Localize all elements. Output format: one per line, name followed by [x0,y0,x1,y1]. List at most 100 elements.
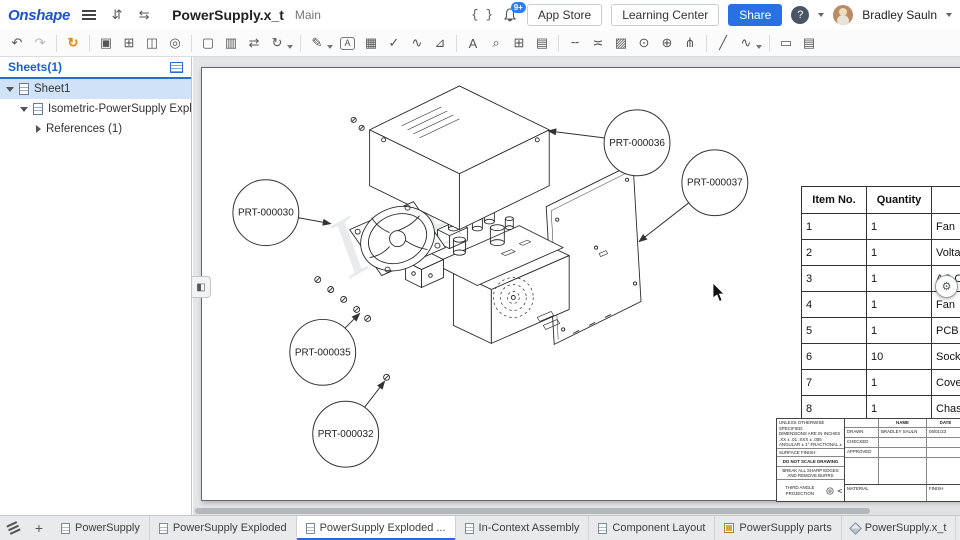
bom-cell: Socke [932,344,960,370]
add-tab-button[interactable]: + [26,516,52,540]
sheet-tool-icon[interactable]: ▭ [775,32,797,54]
power-supply-geometry[interactable] [315,86,641,380]
tab-label: In-Context Assembly [479,522,580,534]
undo-icon[interactable]: ↶ [6,32,28,54]
inspection-symbol-icon[interactable]: ✓ [383,32,405,54]
tb-material-label: MATERIAL [845,485,927,501]
notifications-bell-icon[interactable]: 9+ [502,7,518,23]
drawing-canvas[interactable]: In pr [193,57,960,515]
chevron-down-icon[interactable] [20,107,28,112]
versions-icon[interactable]: ⇵ [108,7,126,23]
horizontal-scrollbar[interactable] [193,507,960,515]
user-name[interactable]: Bradley Sauln [862,8,937,22]
caret-icon [327,45,333,49]
app-store-button[interactable]: App Store [527,4,602,26]
sheet-list-icon[interactable] [170,62,183,73]
update-views-icon[interactable]: ↻ [62,32,84,54]
tab-powersupply-exploded[interactable]: PowerSupply Exploded [150,516,297,540]
weld-symbol-icon[interactable]: ⊿ [429,32,451,54]
help-button[interactable]: ? [791,6,809,24]
measure-icon[interactable]: ⌕ [485,32,507,54]
manage-tabs-button[interactable] [0,516,26,540]
tab-in-context-assembly[interactable]: In-Context Assembly [456,516,590,540]
centerline-icon[interactable]: ╌ [564,32,586,54]
table-icon[interactable]: ⊞ [508,32,530,54]
break-view-icon[interactable]: ▥ [220,32,242,54]
toolbar-divider [456,35,457,52]
branch-icon[interactable]: ⇆ [135,7,153,23]
balloon-prt-000030[interactable]: PRT-000030 [233,180,331,246]
balloon-prt-000032[interactable]: PRT-000032 [313,381,385,467]
hatch-icon[interactable]: ▨ [610,32,632,54]
learning-center-button[interactable]: Learning Center [611,4,719,26]
text-icon[interactable]: A [462,32,484,54]
chevron-right-icon[interactable] [36,125,41,133]
move-view-icon[interactable]: ⇄ [243,32,265,54]
context-tool-button[interactable]: ⚙ [935,275,958,298]
tab-label: PowerSupply.x_t [865,522,947,534]
projected-view-icon[interactable]: ⊞ [118,32,140,54]
tb-surface-finish: SURFACE FINISH: [777,449,844,457]
panel-collapse-handle[interactable]: ◧ [192,276,211,298]
bom-cell: 1 [867,292,932,318]
chevron-down-icon[interactable] [6,87,14,92]
svg-text:PRT-000030: PRT-000030 [238,208,294,219]
tb-projection-label: THIRD ANGLE PROJECTION [779,485,821,496]
svg-text:PRT-000036: PRT-000036 [609,138,665,149]
tree-item-references[interactable]: References (1) [0,119,191,139]
tree-item-label: Isometric-PowerSupply Explod [48,103,191,115]
balloon-prt-000036[interactable]: PRT-000036 [548,110,670,176]
properties-icon[interactable]: ▤ [798,32,820,54]
imported-part-tab-icon [849,522,862,535]
spline-tool-icon[interactable]: ∿ [735,32,757,54]
tb-do-not-scale: DO NOT SCALE DRAWING [777,457,844,467]
tab-powersupply-xt[interactable]: PowerSupply.x_t [842,516,957,540]
split-tool-icon[interactable]: ⋔ [679,32,701,54]
bom-cell: Fan [932,214,960,240]
detail-view-icon[interactable]: ◎ [164,32,186,54]
tree-item-label: Sheet1 [34,83,70,95]
curly-braces-icon[interactable]: { } [471,8,493,22]
section-view-icon[interactable]: ◫ [141,32,163,54]
drawing-tab-icon [465,523,474,534]
tab-powersupply-parts[interactable]: PowerSupply parts [715,516,841,540]
tree-item-isometric-view[interactable]: Isometric-PowerSupply Explod [0,99,191,119]
bom-header-desc [932,187,960,214]
surface-finish-icon[interactable]: ∿ [406,32,428,54]
balloon-prt-000035[interactable]: PRT-000035 [290,313,360,385]
bom-table-icon[interactable]: ▤ [531,32,553,54]
onshape-logo[interactable]: Onshape [8,7,70,24]
image-icon[interactable]: ▦ [360,32,382,54]
tab-component-layout[interactable]: Component Layout [589,516,715,540]
tab-powersupply[interactable]: PowerSupply [52,516,150,540]
note-icon[interactable]: A [340,37,355,50]
drawing-sheet[interactable]: In pr [201,67,960,501]
notification-badge: 9+ [511,2,526,13]
third-angle-projection-icon [824,486,842,496]
line-tool-icon[interactable]: ╱ [712,32,734,54]
tb-name-header: NAME [879,419,927,428]
tab-powersupply-exploded-drawing[interactable]: PowerSupply Exploded ... [297,516,456,540]
hamburger-menu-icon[interactable] [82,14,96,16]
tree-item-sheet1[interactable]: Sheet1 [0,79,191,99]
tb-approved-label: APPROVED [845,448,879,458]
insert-view-icon[interactable]: ▣ [95,32,117,54]
point-tool-icon[interactable]: ⊕ [656,32,678,54]
drawing-tab-icon [306,523,315,534]
redo-icon[interactable]: ↷ [29,32,51,54]
bom-table[interactable]: Item No. Quantity 11Fan 21Volta 31AC Co … [801,186,960,422]
user-avatar[interactable] [833,5,853,25]
circle-tool-icon[interactable]: ⊙ [633,32,655,54]
dimension-icon[interactable]: ✎ [306,32,328,54]
rotate-view-icon[interactable]: ↻ [266,32,288,54]
app-header: Onshape ⇵ ⇆ PowerSupply.x_t Main { } 9+ … [0,0,960,30]
centermark-icon[interactable]: ≍ [587,32,609,54]
tb-date-header: DATE [927,419,960,428]
bom-cell: 1 [867,240,932,266]
share-button[interactable]: Share [728,4,782,26]
bom-cell: 1 [867,266,932,292]
crop-view-icon[interactable]: ▢ [197,32,219,54]
bom-cell: 7 [802,370,867,396]
scrollbar-thumb[interactable] [195,508,870,514]
document-title[interactable]: PowerSupply.x_t [172,7,284,23]
